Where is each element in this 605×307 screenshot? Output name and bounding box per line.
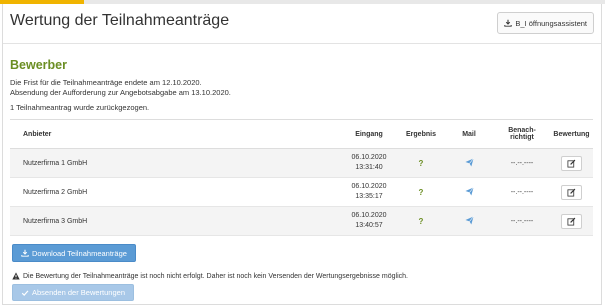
row-eingang: 06.10.2020 13:40:57: [340, 206, 398, 236]
download-icon: [21, 249, 29, 257]
row-mail[interactable]: [444, 177, 494, 207]
col-header-bewertung: Bewertung: [550, 119, 593, 149]
row-ergebnis: ?: [398, 148, 444, 178]
section-title: Bewerber: [10, 58, 67, 72]
row-anbieter: Nutzerfirma 3 GmbH: [10, 206, 340, 236]
result-pending: ?: [418, 187, 424, 197]
paper-plane-icon[interactable]: [464, 157, 474, 167]
download-applications-button[interactable]: Download Teilnahmeanträge: [12, 244, 136, 262]
edit-icon: [567, 217, 576, 226]
applications-table: Anbieter Eingang Ergebnis Mail Benach- r…: [10, 119, 593, 236]
send-evaluations-button[interactable]: Absenden der Bewertungen: [12, 284, 134, 301]
row-ergebnis: ?: [398, 206, 444, 236]
row-eingang-time: 13:35:17: [355, 193, 383, 200]
row-bewertung: [550, 206, 593, 236]
table-header-row: Anbieter Eingang Ergebnis Mail Benach- r…: [10, 119, 593, 149]
row-eingang: 06.10.2020 13:31:40: [340, 148, 398, 178]
result-pending: ?: [418, 216, 424, 226]
paper-plane-icon[interactable]: [464, 215, 474, 225]
edit-evaluation-button[interactable]: [561, 155, 582, 171]
assistant-button[interactable]: B_I öffnungsassistent: [497, 12, 594, 34]
paper-plane-icon[interactable]: [464, 186, 474, 196]
col-header-benachrichtigt: Benach- richtigt: [494, 119, 550, 149]
edit-evaluation-button[interactable]: [561, 213, 582, 229]
table-row: Nutzerfirma 1 GmbH 06.10.2020 13:31:40 ?…: [10, 148, 593, 178]
deadline-text: Die Frist für die Teilnahmeanträge endet…: [10, 78, 202, 87]
table-row: Nutzerfirma 3 GmbH 06.10.2020 13:40:57 ?…: [10, 206, 593, 236]
page-title: Wertung der Teilnahmeanträge: [10, 12, 230, 29]
row-eingang-date: 06.10.2020: [351, 212, 387, 219]
col-header-benachrichtigt-line1: Benach-: [508, 127, 536, 134]
main-panel: Wertung der Teilnahmeanträge B_I öffnung…: [2, 4, 602, 305]
edit-icon: [567, 159, 576, 168]
row-benachrichtigt: --.--.----: [494, 206, 550, 236]
download-icon: [504, 19, 513, 27]
row-mail[interactable]: [444, 148, 494, 178]
result-pending: ?: [418, 158, 424, 168]
warning-icon: [12, 272, 20, 280]
row-mail[interactable]: [444, 206, 494, 236]
row-eingang-time: 13:31:40: [355, 164, 383, 171]
row-eingang-date: 06.10.2020: [351, 183, 387, 190]
row-eingang-time: 13:40:57: [355, 222, 383, 229]
invite-text: Absendung der Aufforderung zur Angebotsa…: [10, 88, 231, 97]
page-header: Wertung der Teilnahmeanträge B_I öffnung…: [3, 4, 601, 44]
col-header-benachrichtigt-line2: richtigt: [510, 134, 534, 141]
warning-text: Die Bewertung der Teilnahmeanträge ist n…: [23, 272, 408, 280]
send-evaluations-label: Absenden der Bewertungen: [32, 288, 125, 297]
warning-message: Die Bewertung der Teilnahmeanträge ist n…: [12, 272, 408, 280]
col-header-eingang: Eingang: [340, 119, 398, 149]
row-bewertung: [550, 148, 593, 178]
row-bewertung: [550, 177, 593, 207]
row-anbieter: Nutzerfirma 2 GmbH: [10, 177, 340, 207]
edit-icon: [567, 188, 576, 197]
row-eingang-date: 06.10.2020: [351, 154, 387, 161]
assistant-button-label: B_I öffnungsassistent: [515, 18, 587, 28]
col-header-anbieter: Anbieter: [10, 119, 340, 149]
row-anbieter: Nutzerfirma 1 GmbH: [10, 148, 340, 178]
row-benachrichtigt: --.--.----: [494, 148, 550, 178]
col-header-mail: Mail: [444, 119, 494, 149]
col-header-ergebnis: Ergebnis: [398, 119, 444, 149]
edit-evaluation-button[interactable]: [561, 184, 582, 200]
check-icon: [21, 289, 29, 296]
row-eingang: 06.10.2020 13:35:17: [340, 177, 398, 207]
row-ergebnis: ?: [398, 177, 444, 207]
row-benachrichtigt: --.--.----: [494, 177, 550, 207]
table-row: Nutzerfirma 2 GmbH 06.10.2020 13:35:17 ?…: [10, 177, 593, 207]
withdrawn-text: 1 Teilnahmeantrag wurde zurückgezogen.: [10, 103, 150, 112]
download-applications-label: Download Teilnahmeanträge: [32, 248, 127, 258]
